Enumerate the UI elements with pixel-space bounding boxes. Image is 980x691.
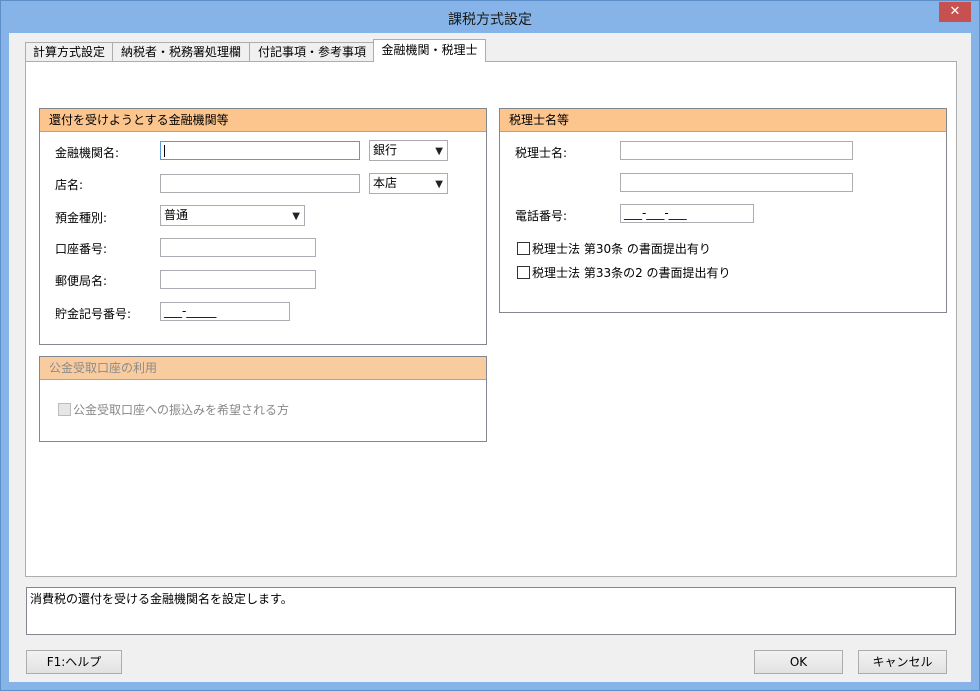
account-number-label: 口座番号: — [55, 242, 108, 256]
branch-type-value: 本店 — [373, 176, 398, 190]
article-33-2-label[interactable]: 税理士法 第33条の2 の書面提出有り — [532, 264, 731, 281]
tab-panel-bank-tax-accountant: 還付を受けようとする金融機関等 金融機関名: 銀行 ▼ 店名: 本店 ▼ 預金種… — [25, 61, 957, 577]
branch-input[interactable] — [160, 174, 360, 193]
deposit-type-label: 預金種別: — [55, 211, 108, 225]
bank-name-label: 金融機関名: — [55, 146, 120, 160]
tax-accountant-name-input-2[interactable] — [620, 173, 853, 192]
tab-notes-references[interactable]: 付記事項・参考事項 — [249, 42, 375, 62]
tax-accountant-name-input[interactable] — [620, 141, 853, 160]
account-number-input[interactable] — [160, 238, 316, 257]
branch-type-select[interactable]: 本店 ▼ — [369, 173, 448, 194]
tax-accountant-name-label: 税理士名: — [515, 146, 568, 160]
article-30-label[interactable]: 税理士法 第30条 の書面提出有り — [532, 240, 711, 257]
phone-label: 電話番号: — [515, 209, 568, 223]
bank-type-value: 銀行 — [373, 143, 398, 157]
branch-label: 店名: — [55, 178, 84, 192]
chevron-down-icon: ▼ — [435, 179, 443, 190]
public-account-group: 公金受取口座の利用 公金受取口座への振込みを希望される方 — [39, 356, 487, 442]
article-30-checkbox[interactable] — [517, 242, 530, 255]
text-caret — [164, 145, 165, 157]
article-33-2-checkbox[interactable] — [517, 266, 530, 279]
savings-number-label: 貯金記号番号: — [55, 307, 132, 321]
bank-name-input[interactable] — [160, 141, 360, 160]
post-office-input[interactable] — [160, 270, 316, 289]
deposit-type-select[interactable]: 普通 ▼ — [160, 205, 305, 226]
savings-number-input[interactable]: ___-_____ — [160, 302, 290, 321]
dialog-client-area: 計算方式設定 納税者・税務署処理欄 付記事項・参考事項 金融機関・税理士 還付を… — [9, 33, 971, 682]
status-message-box: 消費税の還付を受ける金融機関名を設定します。 — [26, 587, 956, 635]
close-button[interactable]: ✕ — [939, 2, 971, 22]
public-account-header: 公金受取口座の利用 — [40, 357, 486, 380]
tax-accountant-group: 税理士名等 税理士名: 電話番号: ___-___-___ 税理士法 第30条 … — [499, 108, 947, 313]
post-office-label: 郵便局名: — [55, 274, 108, 288]
close-icon: ✕ — [949, 4, 961, 19]
tab-taxpayer-office[interactable]: 納税者・税務署処理欄 — [112, 42, 250, 62]
bank-type-select[interactable]: 銀行 ▼ — [369, 140, 448, 161]
chevron-down-icon: ▼ — [292, 211, 300, 222]
tab-calculation-method[interactable]: 計算方式設定 — [25, 42, 113, 62]
deposit-type-value: 普通 — [164, 208, 189, 222]
ok-button[interactable]: OK — [754, 650, 843, 674]
tax-accountant-header: 税理士名等 — [500, 109, 946, 132]
dialog-window: 課税方式設定 ✕ 計算方式設定 納税者・税務署処理欄 付記事項・参考事項 金融機… — [0, 0, 980, 691]
public-account-checkbox[interactable] — [58, 403, 71, 416]
window-title: 課税方式設定 — [448, 12, 532, 28]
phone-input[interactable]: ___-___-___ — [620, 204, 754, 223]
title-bar[interactable]: 課税方式設定 ✕ — [1, 1, 979, 33]
refund-bank-header: 還付を受けようとする金融機関等 — [40, 109, 486, 132]
cancel-button[interactable]: キャンセル — [858, 650, 947, 674]
help-button[interactable]: F1:ヘルプ — [26, 650, 122, 674]
public-account-checkbox-label: 公金受取口座への振込みを希望される方 — [73, 403, 290, 417]
chevron-down-icon: ▼ — [435, 146, 443, 157]
status-message: 消費税の還付を受ける金融機関名を設定します。 — [30, 592, 293, 606]
refund-bank-group: 還付を受けようとする金融機関等 金融機関名: 銀行 ▼ 店名: 本店 ▼ 預金種… — [39, 108, 487, 345]
tab-bank-tax-accountant[interactable]: 金融機関・税理士 — [373, 39, 486, 62]
